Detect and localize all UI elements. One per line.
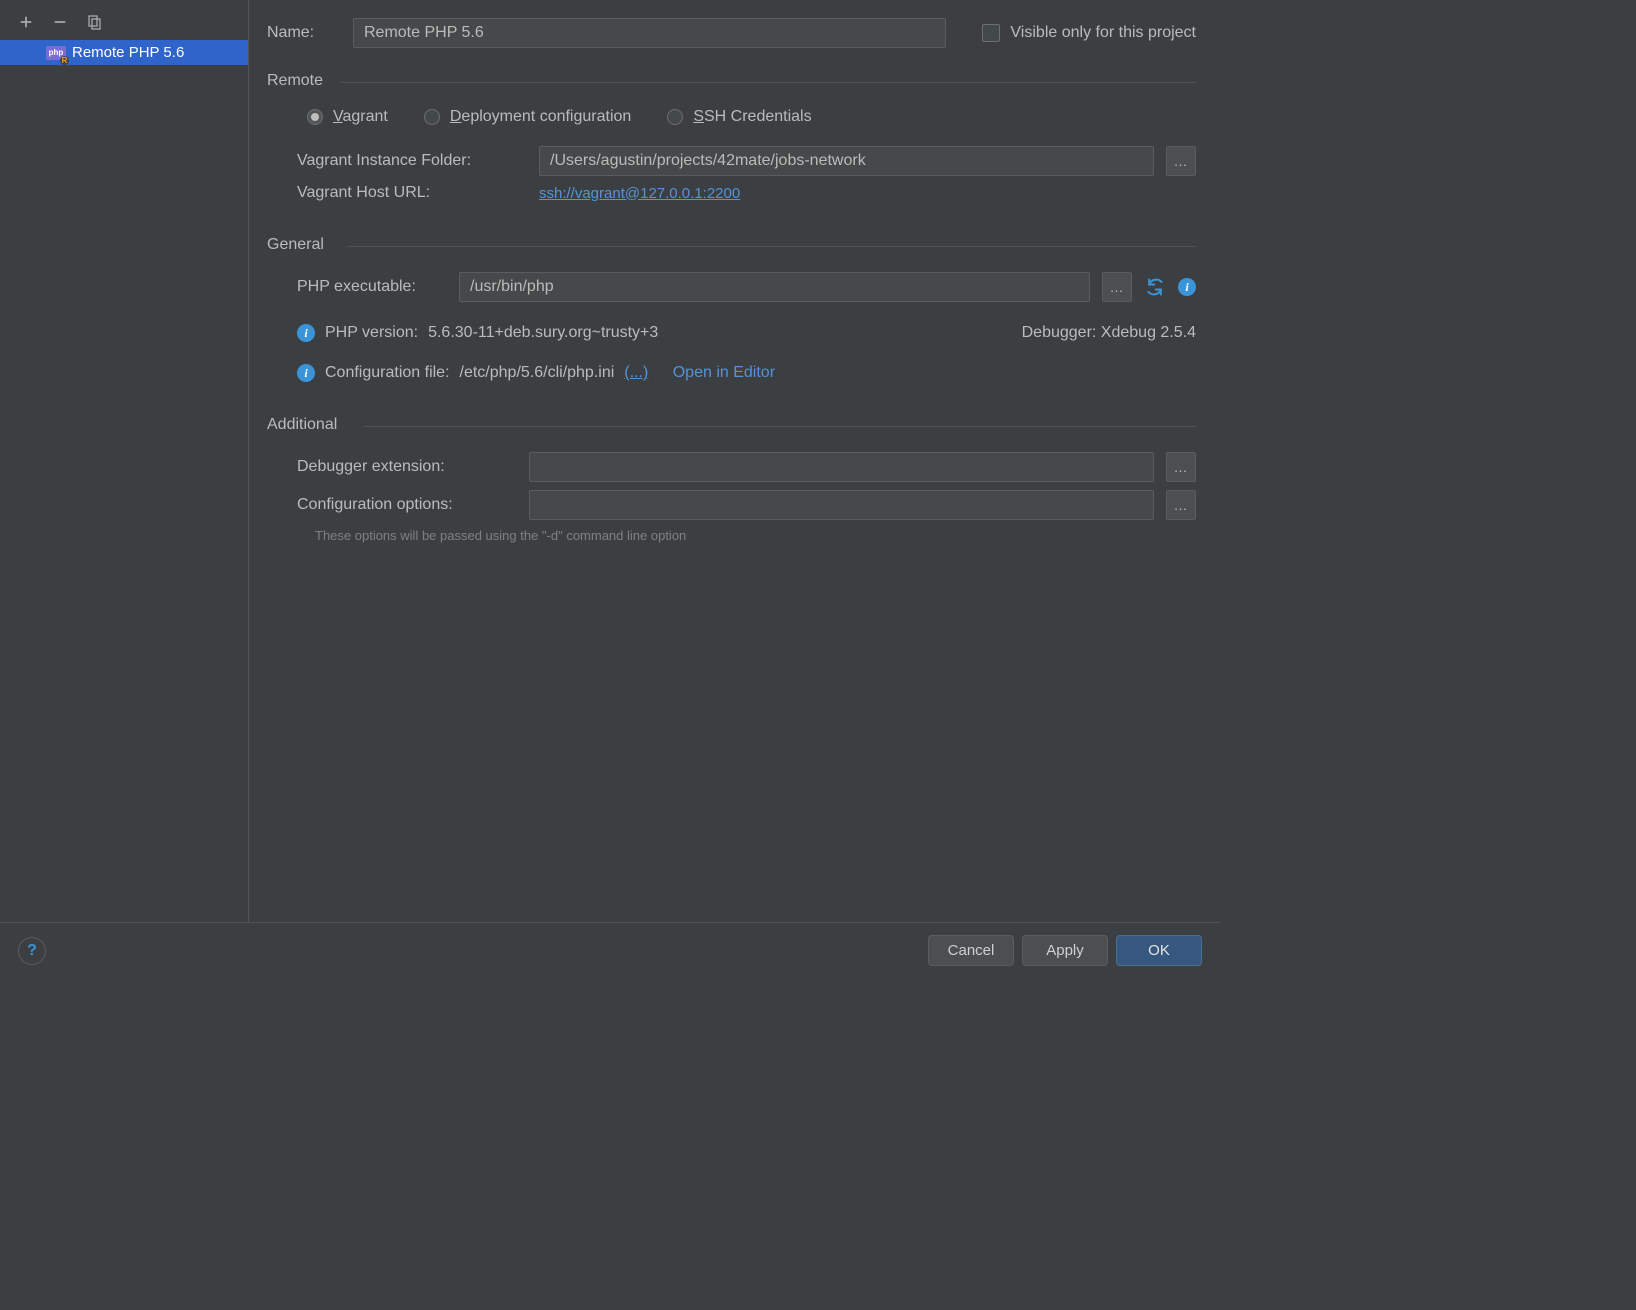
vagrant-host-url-label: Vagrant Host URL: <box>297 184 527 202</box>
config-options-hint: These options will be passed using the "… <box>267 528 1196 543</box>
refresh-icon[interactable] <box>1144 276 1166 298</box>
browse-debugger-ext-button[interactable] <box>1166 452 1196 482</box>
sidebar-toolbar <box>0 8 248 40</box>
php-executable-input[interactable] <box>459 272 1090 302</box>
ok-button[interactable]: OK <box>1116 935 1202 966</box>
debugger-value: Xdebug 2.5.4 <box>1101 324 1196 341</box>
add-icon[interactable] <box>16 12 36 32</box>
remove-icon[interactable] <box>50 12 70 32</box>
section-general-title: General <box>267 236 1196 254</box>
content-panel: Name: Visible only for this project Remo… <box>249 0 1220 922</box>
section-remote-title: Remote <box>267 72 1196 90</box>
vagrant-host-url-link[interactable]: ssh://vagrant@127.0.0.1:2200 <box>539 185 740 202</box>
radio-dot-icon <box>667 109 683 125</box>
browse-folder-button[interactable] <box>1166 146 1196 176</box>
php-version-value: 5.6.30-11+deb.sury.org~trusty+3 <box>428 324 658 342</box>
php-version-label: PHP version: <box>325 324 418 342</box>
section-additional-title: Additional <box>267 416 1196 434</box>
radio-vagrant[interactable]: VVagrantagrant <box>307 108 388 126</box>
php-executable-label: PHP executable: <box>297 278 447 296</box>
info-icon[interactable]: i <box>1178 278 1196 296</box>
browse-php-exe-button[interactable] <box>1102 272 1132 302</box>
sidebar-item-remote-php[interactable]: php Remote PHP 5.6 <box>0 40 248 65</box>
cancel-button[interactable]: Cancel <box>928 935 1014 966</box>
name-label: Name: <box>267 24 337 42</box>
config-options-label: Configuration options: <box>297 496 517 514</box>
radio-ssh[interactable]: SSSH CredentialsSH Credentials <box>667 108 811 126</box>
footer: ? Cancel Apply OK <box>0 922 1220 980</box>
info-icon: i <box>297 324 315 342</box>
interpreter-list: php Remote PHP 5.6 <box>0 40 248 922</box>
browse-config-options-button[interactable] <box>1166 490 1196 520</box>
radio-dot-icon <box>424 109 440 125</box>
info-icon: i <box>297 364 315 382</box>
radio-deployment[interactable]: DDeployment configurationeployment confi… <box>424 108 631 126</box>
open-in-editor-link[interactable]: Open in Editor <box>673 364 775 382</box>
copy-icon[interactable] <box>84 12 104 32</box>
debugger-extension-label: Debugger extension: <box>297 458 517 476</box>
config-file-value: /etc/php/5.6/cli/php.ini <box>460 364 615 382</box>
vagrant-instance-folder-label: Vagrant Instance Folder: <box>297 152 527 170</box>
debugger-label: Debugger: <box>1022 324 1097 341</box>
visible-project-checkbox[interactable]: Visible only for this project <box>982 24 1196 42</box>
vagrant-instance-folder-input[interactable] <box>539 146 1154 176</box>
apply-button[interactable]: Apply <box>1022 935 1108 966</box>
sidebar-item-label: Remote PHP 5.6 <box>72 44 184 61</box>
radio-dot-icon <box>307 109 323 125</box>
config-options-input[interactable] <box>529 490 1154 520</box>
checkbox-box-icon <box>982 24 1000 42</box>
visible-project-label: Visible only for this project <box>1010 24 1196 42</box>
config-file-more-link[interactable]: (...) <box>624 364 648 382</box>
php-remote-icon: php <box>46 46 66 60</box>
name-input[interactable] <box>353 18 946 48</box>
config-file-label: Configuration file: <box>325 364 450 382</box>
help-icon[interactable]: ? <box>18 937 46 965</box>
debugger-extension-input[interactable] <box>529 452 1154 482</box>
sidebar: php Remote PHP 5.6 <box>0 0 249 922</box>
